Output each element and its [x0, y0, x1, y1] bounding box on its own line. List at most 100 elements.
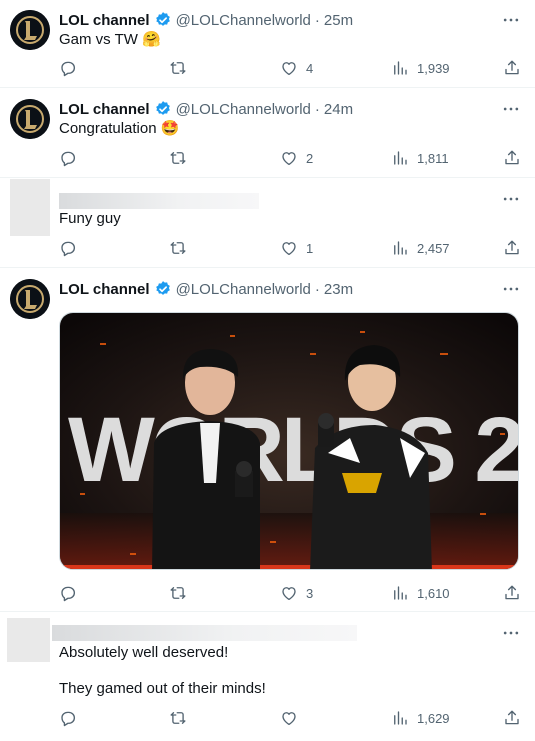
view-count: 1,811 [417, 150, 449, 166]
timestamp[interactable]: 24m [324, 101, 353, 118]
views-button[interactable]: 1,811 [391, 149, 449, 167]
redacted-username [52, 625, 357, 641]
timestamp[interactable]: 23m [324, 281, 353, 298]
views-icon [391, 584, 409, 602]
retweet-button[interactable] [169, 709, 187, 727]
tweet[interactable]: LOL channel @LOLChannelworld · 23m WORLD… [0, 269, 535, 612]
tweet-text: Funy guy [59, 210, 121, 227]
timestamp[interactable]: 25m [324, 12, 353, 29]
tweet-actions: 3 1,610 [59, 583, 525, 603]
share-icon [503, 239, 521, 257]
view-count: 1,939 [417, 60, 450, 76]
lol-logo-icon [10, 10, 50, 50]
retweet-button[interactable] [169, 239, 187, 257]
like-icon [280, 239, 298, 257]
like-count: 2 [306, 150, 314, 166]
tweet-text-line-1: Absolutely well deserved! [59, 644, 229, 661]
retweet-button[interactable] [169, 584, 187, 602]
tweet-text: Gam vs TW 🤗 [59, 31, 161, 48]
tweet-header: LOL channel @LOLChannelworld · 25m [59, 10, 353, 30]
separator-dot: · [314, 280, 320, 298]
share-icon [503, 149, 521, 167]
verified-icon [155, 281, 170, 295]
more-icon[interactable] [501, 623, 521, 643]
share-button[interactable] [503, 149, 521, 167]
retweet-icon [169, 709, 187, 727]
share-button[interactable] [503, 709, 521, 727]
reply-button[interactable] [59, 239, 77, 257]
worlds-banner-text: WORLDS 23 [68, 399, 519, 501]
like-count: 3 [306, 585, 314, 601]
display-name[interactable]: LOL channel [59, 101, 150, 118]
retweet-icon [169, 59, 187, 77]
retweet-button[interactable] [169, 149, 187, 167]
tweet-text-line-2: They gamed out of their minds! [59, 680, 266, 697]
lol-channel-avatar[interactable] [10, 279, 50, 319]
like-icon [280, 59, 298, 77]
like-count: 1 [306, 240, 314, 256]
user-handle[interactable]: @LOLChannelworld [176, 101, 311, 118]
share-button[interactable] [503, 59, 521, 77]
tweet-actions: 1,629 [59, 708, 525, 728]
like-icon [280, 149, 298, 167]
like-button[interactable] [280, 709, 306, 727]
user-handle[interactable]: @LOLChannelworld [176, 12, 311, 29]
tweet-actions: 2 1,811 [59, 148, 525, 168]
avatar[interactable] [7, 618, 50, 662]
reply-button[interactable] [59, 59, 77, 77]
more-icon[interactable] [501, 10, 521, 30]
share-button[interactable] [503, 239, 521, 257]
separator-dot: · [314, 11, 320, 29]
reply-button[interactable] [59, 584, 77, 602]
worlds-interview-photo: WORLDS 23 [60, 313, 519, 569]
reply-icon [59, 709, 77, 727]
retweet-icon [169, 239, 187, 257]
tweet-actions: 1 2,457 [59, 238, 525, 258]
verified-icon [155, 101, 170, 115]
tweet[interactable]: LOL channel @LOLChannelworld · 24m Congr… [0, 89, 535, 178]
reply-icon [59, 239, 77, 257]
views-button[interactable]: 1,610 [391, 584, 450, 602]
more-icon[interactable] [501, 99, 521, 119]
views-button[interactable]: 2,457 [391, 239, 450, 257]
more-icon[interactable] [501, 279, 521, 299]
user-handle[interactable]: @LOLChannelworld [176, 281, 311, 298]
separator-dot: · [314, 100, 320, 118]
like-button[interactable]: 3 [280, 584, 313, 602]
reply-icon [59, 584, 77, 602]
share-button[interactable] [503, 584, 521, 602]
views-icon [391, 239, 409, 257]
like-button[interactable]: 4 [280, 59, 313, 77]
tweet[interactable]: Funy guy 1 2,457 [0, 179, 535, 268]
view-count: 2,457 [417, 240, 450, 256]
view-count: 1,629 [417, 710, 450, 726]
reply-button[interactable] [59, 149, 77, 167]
tweet-header: LOL channel @LOLChannelworld · 24m [59, 99, 353, 119]
like-count: 4 [306, 60, 314, 76]
like-button[interactable]: 1 [280, 239, 313, 257]
reply-icon [59, 149, 77, 167]
views-button[interactable]: 1,939 [391, 59, 450, 77]
tweet-header: LOL channel @LOLChannelworld · 23m [59, 279, 353, 299]
retweet-button[interactable] [169, 59, 187, 77]
tweet[interactable]: LOL channel @LOLChannelworld · 25m Gam v… [0, 0, 535, 88]
avatar[interactable] [10, 179, 50, 236]
like-button[interactable]: 2 [280, 149, 313, 167]
share-icon [503, 709, 521, 727]
lol-channel-avatar[interactable] [10, 10, 50, 50]
tweet-media-image[interactable]: WORLDS 23 [59, 312, 519, 570]
display-name[interactable]: LOL channel [59, 12, 150, 29]
more-icon[interactable] [501, 189, 521, 209]
view-count: 1,610 [417, 585, 450, 601]
display-name[interactable]: LOL channel [59, 281, 150, 298]
lol-channel-avatar[interactable] [10, 99, 50, 139]
redacted-username [59, 193, 259, 209]
like-icon [280, 584, 298, 602]
reply-icon [59, 59, 77, 77]
reply-button[interactable] [59, 709, 77, 727]
views-icon [391, 59, 409, 77]
like-icon [280, 709, 298, 727]
tweet[interactable]: Absolutely well deserved! They gamed out… [0, 613, 535, 741]
retweet-icon [169, 584, 187, 602]
views-button[interactable]: 1,629 [391, 709, 450, 727]
